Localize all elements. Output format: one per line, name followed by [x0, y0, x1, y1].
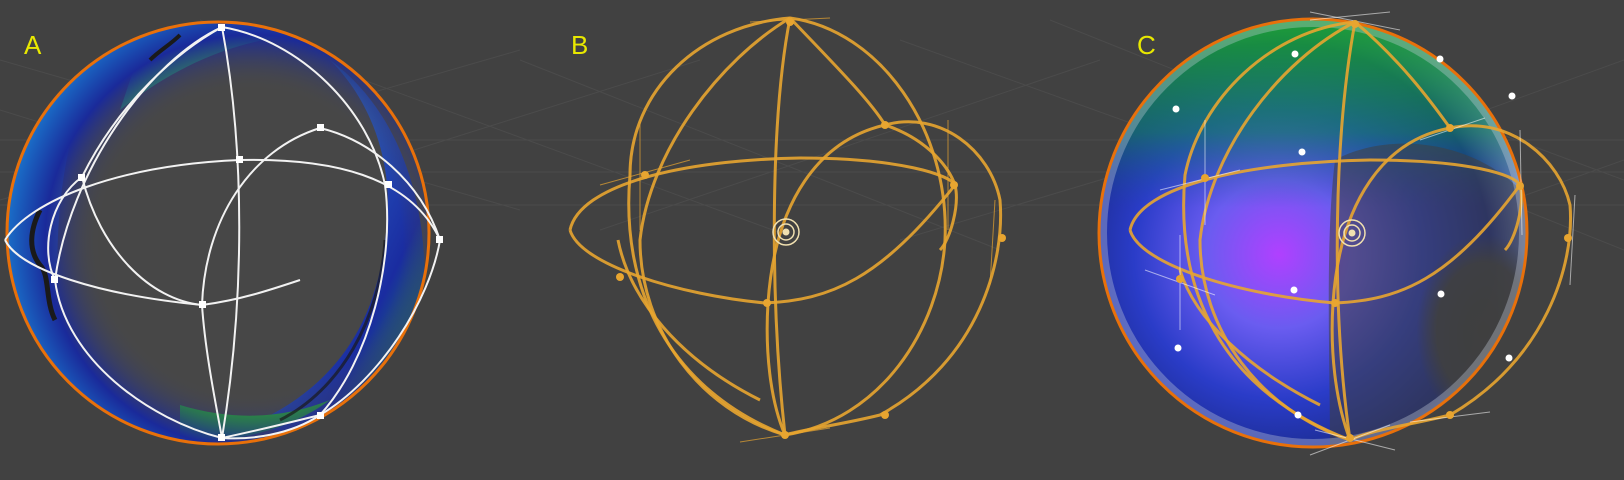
panel-c-label: C: [1137, 30, 1156, 60]
panel-a-sphere[interactable]: [5, 20, 431, 446]
panel-b-guides: [599, 17, 996, 443]
panel-b-label: B: [571, 30, 589, 60]
panel-c-sphere[interactable]: [1097, 17, 1530, 449]
panel-a-label: A: [24, 30, 42, 60]
viewport[interactable]: [0, 0, 1624, 480]
